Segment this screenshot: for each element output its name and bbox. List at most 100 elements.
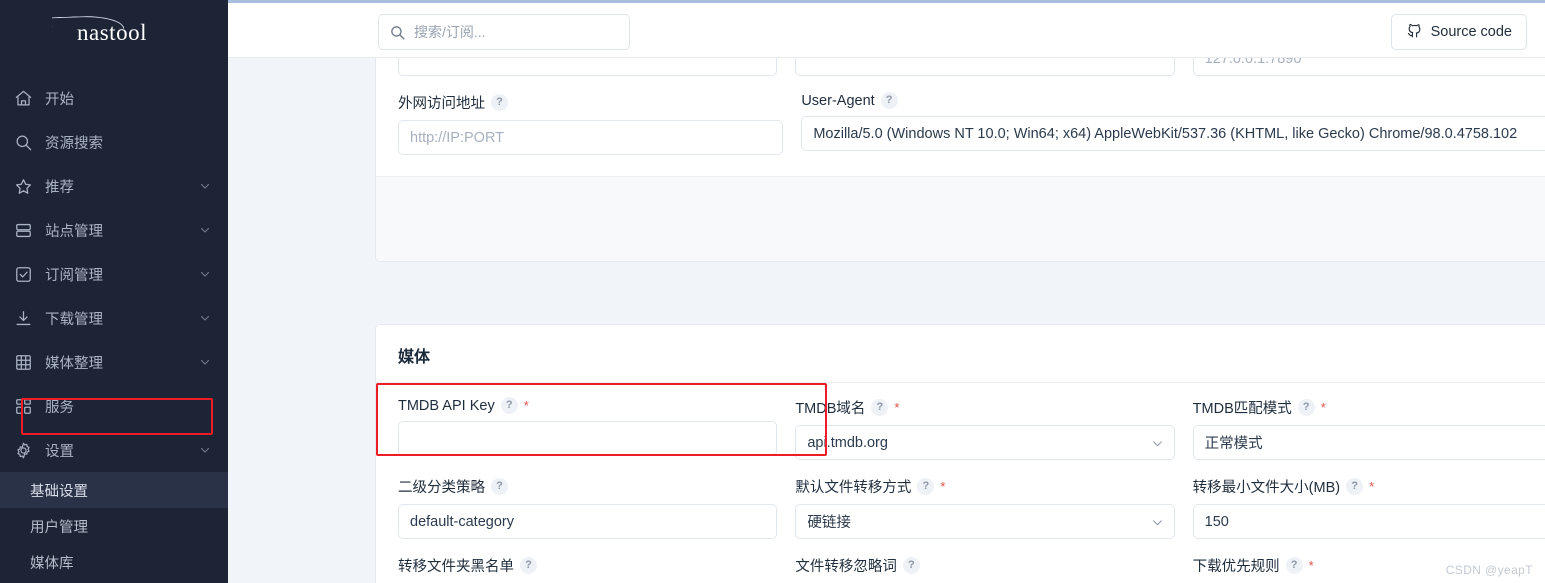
help-icon[interactable]: ? bbox=[1285, 557, 1303, 574]
server-icon bbox=[12, 219, 34, 241]
help-icon[interactable]: ? bbox=[902, 557, 920, 574]
search-box[interactable] bbox=[378, 14, 630, 50]
help-icon[interactable]: ? bbox=[491, 478, 508, 495]
home-icon bbox=[12, 87, 34, 109]
help-icon[interactable]: ? bbox=[880, 92, 898, 109]
field-external-url: 外网访问地址 ? bbox=[398, 92, 784, 155]
field-tmdb-api-key: TMDB API Key ? * bbox=[398, 397, 778, 460]
chevron-down-icon[interactable] bbox=[198, 179, 212, 193]
main-content: HTTPS证书文件路径 ? HTTPS证书密钥文件路径 代理服务器 bbox=[228, 58, 1545, 583]
label-text: 转移文件夹黑名单 bbox=[398, 559, 514, 575]
sidebar-item-download-management[interactable]: 下载管理 bbox=[0, 296, 228, 340]
field-label: 二级分类策略 ? bbox=[398, 476, 777, 497]
sidebar-subitem-label: 用户管理 bbox=[30, 519, 88, 536]
media-settings-body: TMDB API Key ? * TMDB域名 ? * api.tmdb.org… bbox=[376, 383, 1545, 583]
sidebar-item-label: 资源搜索 bbox=[45, 135, 103, 152]
sidebar-item-subscription-management[interactable]: 订阅管理 bbox=[0, 252, 228, 296]
tmdb-domain-select-wrap bbox=[795, 425, 1175, 460]
required-marker: * bbox=[940, 479, 946, 494]
help-icon[interactable]: ? bbox=[871, 399, 889, 416]
proxy-server-input[interactable] bbox=[1192, 58, 1545, 76]
chevron-down-icon[interactable] bbox=[198, 443, 212, 457]
min-file-size-input[interactable] bbox=[1192, 504, 1545, 539]
sidebar-item-site-management[interactable]: 站点管理 bbox=[0, 208, 228, 252]
search-input[interactable] bbox=[414, 24, 619, 40]
sidebar-item-label: 推荐 bbox=[45, 179, 74, 196]
form-row-ua: 外网访问地址 ? User-Agent ? bbox=[398, 92, 1545, 155]
field-label: 转移最小文件大小(MB) ? * bbox=[1193, 476, 1545, 497]
field-label: 外网访问地址 ? bbox=[398, 92, 783, 113]
field-https-key-path: HTTPS证书密钥文件路径 bbox=[795, 58, 1175, 76]
field-label: TMDB域名 ? * bbox=[795, 397, 1174, 418]
help-icon[interactable]: ? bbox=[520, 557, 537, 574]
checkbox-icon bbox=[12, 263, 34, 285]
label-text: TMDB域名 bbox=[795, 401, 866, 417]
sidebar-nav: 开始 资源搜索 推荐 站点管理 订阅管理 下载管理 媒体整理 服务 设置 基础设… bbox=[0, 76, 228, 583]
required-marker: * bbox=[1320, 400, 1326, 415]
field-tmdb-domain: TMDB域名 ? * bbox=[795, 397, 1175, 460]
label-text: 默认文件转移方式 bbox=[795, 480, 912, 496]
field-label: 默认文件转移方式 ? * bbox=[795, 476, 1174, 497]
apps-icon bbox=[12, 395, 34, 417]
chevron-down-icon[interactable] bbox=[198, 355, 212, 369]
gear-icon bbox=[12, 439, 34, 461]
help-icon[interactable]: ? bbox=[917, 478, 935, 495]
https-cert-path-input[interactable] bbox=[398, 58, 778, 76]
brand-logo[interactable]: nastool bbox=[0, 0, 228, 66]
help-icon[interactable]: ? bbox=[500, 397, 518, 414]
app-settings-card: HTTPS证书文件路径 ? HTTPS证书密钥文件路径 代理服务器 bbox=[375, 58, 1545, 262]
media-settings-card: 媒体 TMDB API Key ? * TMDB域名 ? * api.tmdb.… bbox=[375, 324, 1545, 583]
tmdb-api-key-input[interactable] bbox=[398, 421, 778, 456]
field-transfer-mode: 默认文件转移方式 ? * bbox=[795, 476, 1175, 539]
sidebar-subitem-basic-settings[interactable]: 基础设置 bbox=[0, 472, 228, 508]
label-text: 文件转移忽略词 bbox=[795, 559, 897, 575]
sidebar-item-media-organize[interactable]: 媒体整理 bbox=[0, 340, 228, 384]
sidebar-item-start[interactable]: 开始 bbox=[0, 76, 228, 120]
sidebar-subitem-user-management[interactable]: 用户管理 bbox=[0, 508, 228, 544]
label-text: 转移最小文件大小(MB) bbox=[1192, 480, 1341, 496]
field-label: 文件转移忽略词 ? bbox=[795, 555, 1174, 576]
field-folder-blacklist: 转移文件夹黑名单 ? bbox=[398, 555, 777, 583]
chevron-down-icon[interactable] bbox=[198, 311, 212, 325]
sidebar-item-settings[interactable]: 设置 bbox=[0, 428, 228, 472]
required-marker: * bbox=[523, 398, 529, 413]
field-https-cert-path: HTTPS证书文件路径 ? bbox=[398, 58, 778, 76]
chevron-down-icon[interactable] bbox=[198, 223, 212, 237]
help-icon[interactable]: ? bbox=[491, 94, 508, 111]
field-label: TMDB API Key ? * bbox=[398, 397, 777, 414]
watermark: CSDN @yeapT bbox=[1445, 563, 1533, 577]
tmdb-match-mode-select[interactable] bbox=[1192, 425, 1545, 460]
https-key-path-input[interactable] bbox=[795, 58, 1175, 76]
help-icon[interactable]: ? bbox=[1297, 399, 1315, 416]
github-icon bbox=[1406, 22, 1423, 43]
sidebar-item-label: 开始 bbox=[45, 91, 74, 108]
form-row-blacklist: 转移文件夹黑名单 ? 文件转移忽略词 ? 下载优先规则 ? * bbox=[398, 555, 1545, 583]
sidebar-item-resource-search[interactable]: 资源搜索 bbox=[0, 120, 228, 164]
label-text: 二级分类策略 bbox=[398, 480, 485, 496]
external-url-input[interactable] bbox=[398, 120, 784, 155]
download-icon bbox=[12, 307, 34, 329]
sidebar-subitem-media-library[interactable]: 媒体库 bbox=[0, 544, 228, 580]
label-text: 外网访问地址 bbox=[398, 96, 485, 112]
sidebar-item-service[interactable]: 服务 bbox=[0, 384, 228, 428]
field-label: TMDB匹配模式 ? * bbox=[1193, 397, 1545, 418]
form-row-transfer: 二级分类策略 ? 默认文件转移方式 ? * bbox=[398, 476, 1545, 539]
field-ignore-words: 文件转移忽略词 ? bbox=[795, 555, 1174, 583]
user-agent-input[interactable] bbox=[801, 116, 1545, 151]
sidebar-item-recommend[interactable]: 推荐 bbox=[0, 164, 228, 208]
search-icon bbox=[12, 131, 34, 153]
media-card-title: 媒体 bbox=[376, 325, 1545, 383]
required-marker: * bbox=[1308, 558, 1314, 573]
source-code-button[interactable]: Source code bbox=[1390, 14, 1527, 50]
sidebar-item-label: 下载管理 bbox=[45, 311, 103, 328]
help-icon[interactable]: ? bbox=[1346, 478, 1364, 495]
form-row-cert: HTTPS证书文件路径 ? HTTPS证书密钥文件路径 代理服务器 bbox=[398, 58, 1545, 76]
field-user-agent: User-Agent ? bbox=[801, 92, 1545, 155]
category-policy-input[interactable] bbox=[398, 504, 778, 539]
label-text: TMDB匹配模式 bbox=[1192, 401, 1292, 417]
tmdb-domain-select[interactable] bbox=[795, 425, 1175, 460]
form-row-tmdb: TMDB API Key ? * TMDB域名 ? * api.tmdb.org… bbox=[398, 397, 1545, 460]
sidebar-item-label: 媒体整理 bbox=[45, 355, 103, 372]
chevron-down-icon[interactable] bbox=[198, 267, 212, 281]
transfer-mode-select[interactable] bbox=[795, 504, 1175, 539]
